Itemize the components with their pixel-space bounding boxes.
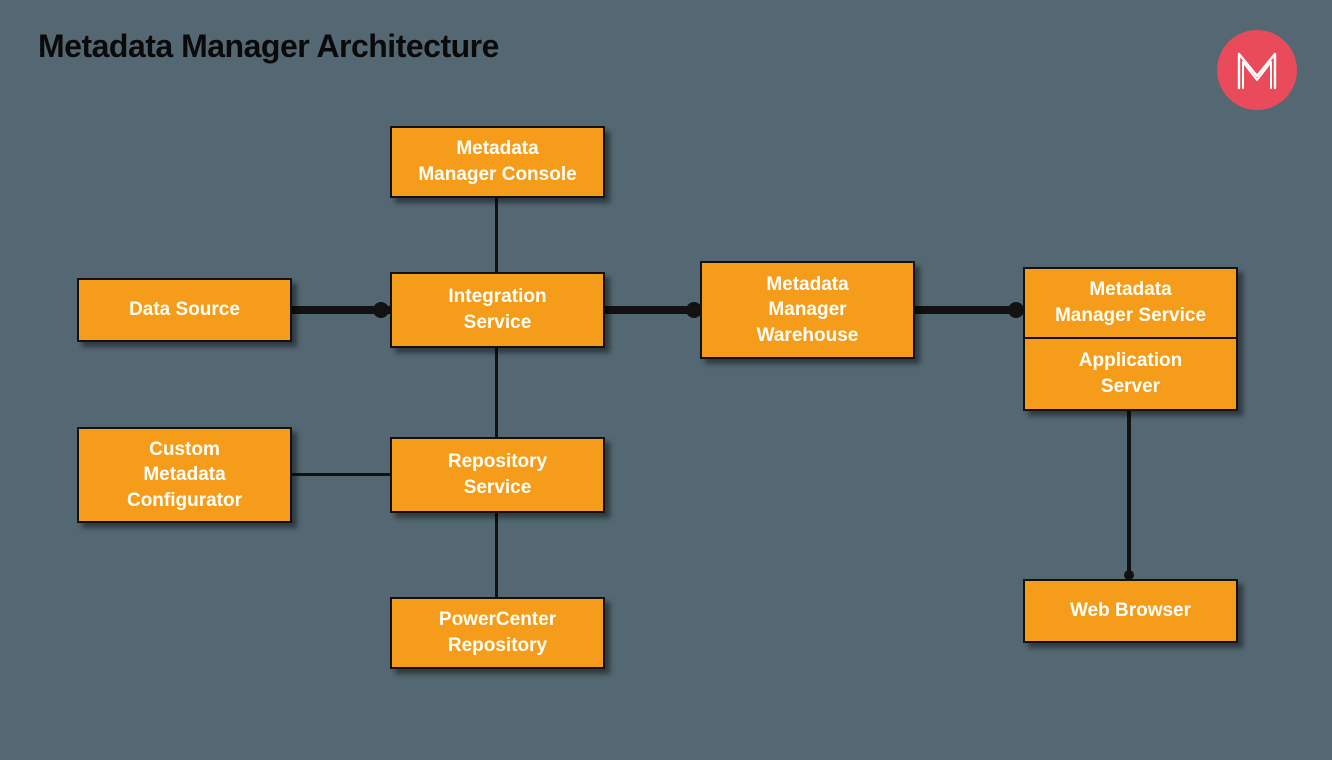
box-web-browser: Web Browser — [1023, 579, 1238, 643]
connector-repository-powercenter — [495, 510, 498, 600]
connector-custom-repository — [289, 473, 404, 476]
box-powercenter-repository: PowerCenterRepository — [390, 597, 605, 669]
box-application-server: ApplicationServer — [1023, 339, 1238, 411]
box-metadata-manager-warehouse: MetadataManagerWarehouse — [700, 261, 915, 359]
connector-appserver-browser — [1127, 405, 1131, 590]
connector-integration-repository — [495, 345, 498, 440]
box-repository-service: RepositoryService — [390, 437, 605, 513]
box-custom-metadata-configurator: CustomMetadataConfigurator — [77, 427, 292, 523]
box-integration-service: IntegrationService — [390, 272, 605, 348]
box-metadata-manager-service: MetadataManager Service — [1023, 267, 1238, 339]
box-data-source: Data Source — [77, 278, 292, 342]
connector-dot — [373, 302, 389, 318]
box-metadata-manager-console: MetadataManager Console — [390, 126, 605, 198]
architecture-diagram: Data Source MetadataManager Console Inte… — [0, 0, 1332, 760]
connector-dot — [1008, 302, 1024, 318]
box-service-appserver-stack: MetadataManager Service ApplicationServe… — [1023, 267, 1238, 411]
